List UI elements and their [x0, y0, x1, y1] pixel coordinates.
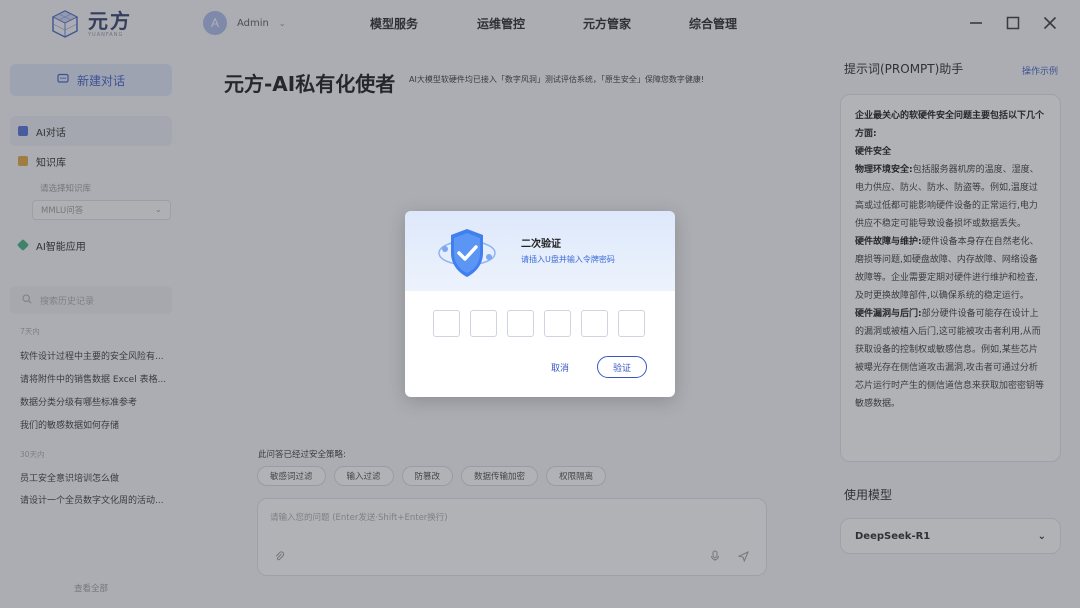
shield-check-icon: [435, 223, 499, 287]
verify-button[interactable]: 验证: [597, 356, 647, 378]
code-digit-input[interactable]: [581, 310, 608, 337]
dialog-title: 二次验证: [521, 239, 561, 250]
code-digit-input[interactable]: [470, 310, 497, 337]
cancel-button[interactable]: 取消: [551, 361, 569, 374]
code-digit-input[interactable]: [544, 310, 571, 337]
code-digit-input[interactable]: [618, 310, 645, 337]
verification-dialog: 二次验证 请插入U盘并输入令牌密码 取消 验证: [405, 211, 675, 397]
code-input-group: [433, 310, 645, 337]
code-digit-input[interactable]: [507, 310, 534, 337]
dialog-header: 二次验证 请插入U盘并输入令牌密码: [405, 211, 675, 291]
code-digit-input[interactable]: [433, 310, 460, 337]
dialog-subtitle: 请插入U盘并输入令牌密码: [521, 255, 615, 264]
